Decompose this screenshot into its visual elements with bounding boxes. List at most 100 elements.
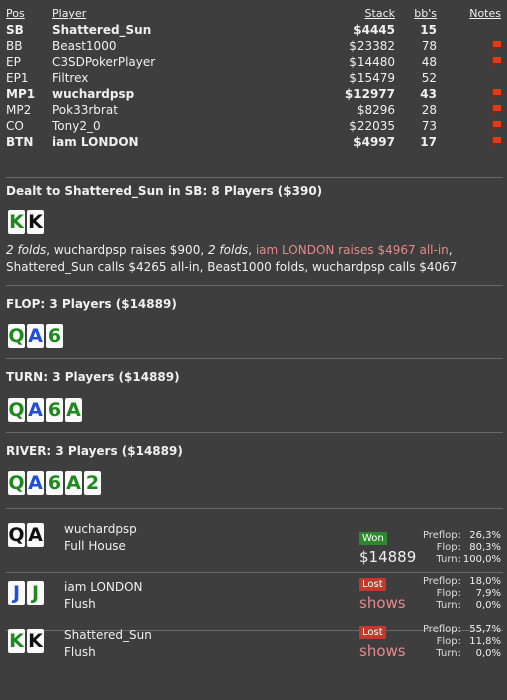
equity-stat-row: Flop: 11,8%: [401, 636, 501, 648]
river-heading: RIVER: 3 Players ($14889): [6, 444, 183, 458]
player-name: C3SDPokerPlayer: [52, 55, 156, 69]
playing-card: 6: [46, 398, 63, 422]
playing-card: A: [27, 471, 44, 495]
playing-card: J: [27, 581, 44, 605]
playing-card: Q: [8, 324, 25, 348]
player-position: EP: [6, 55, 21, 69]
player-notes[interactable]: [441, 70, 507, 86]
equity-stat-label: Flop:: [436, 636, 461, 647]
note-flag-icon[interactable]: [491, 121, 501, 132]
note-flag-icon[interactable]: [491, 57, 501, 68]
players-table: Pos Player Stack bb's Notes SB Shattered_…: [0, 6, 507, 150]
player-position: MP2: [6, 103, 32, 117]
action-segment: 2 folds: [6, 243, 47, 257]
player-notes[interactable]: [441, 54, 507, 70]
showdown-result-row: Q Awuchardpsp Full House Won $14889 Preflop: 2…: [0, 518, 507, 573]
dealt-heading: Dealt to Shattered_Sun in SB: 8 Players …: [6, 184, 323, 198]
header-bbs[interactable]: bb's: [395, 6, 441, 22]
player-stack: $15479: [349, 71, 395, 85]
showdown-player-name[interactable]: wuchardpsp: [64, 521, 137, 538]
player-notes[interactable]: [441, 22, 507, 38]
showdown-player-name[interactable]: iam LONDON: [64, 579, 143, 596]
player-name: Beast1000: [52, 39, 117, 53]
playing-card: J: [8, 581, 25, 605]
equity-stat-label: Preflop:: [422, 624, 461, 635]
showdown-player-info: iam LONDON Flush: [64, 579, 143, 613]
turn-cards: QA6A: [8, 398, 82, 422]
header-stack[interactable]: Stack: [295, 6, 395, 22]
header-player[interactable]: Player: [52, 6, 295, 22]
player-stack: $4445: [353, 23, 395, 37]
player-bbs: 17: [420, 135, 437, 149]
player-name: Filtrex: [52, 71, 89, 85]
player-row[interactable]: CO Tony2_0 $22035 73: [0, 118, 507, 134]
flop-cards: QA6: [8, 324, 63, 348]
showdown-result-row: K K Shattered_Sun Flush Lost shows Preflop: 55,…: [0, 624, 507, 670]
equity-stats: Preflop: 18,0% Flop: 7,9% Turn: 0,0%: [401, 576, 501, 612]
playing-card: K: [8, 629, 25, 653]
hand-history-panel: Pos Player Stack bb's Notes SB Shattered_…: [0, 0, 507, 700]
equity-stat-row: Flop: 80,3%: [401, 542, 501, 554]
player-row[interactable]: MP2 Pok33rbrat $8296 28: [0, 102, 507, 118]
showdown-hand-rank: Flush: [64, 597, 96, 611]
equity-stat-row: Turn: 0,0%: [401, 648, 501, 660]
player-row[interactable]: SB Shattered_Sun $4445 15: [0, 22, 507, 38]
player-row[interactable]: MP1 wuchardpsp $12977 43: [0, 86, 507, 102]
showdown-hand-rank: Flush: [64, 645, 96, 659]
showdown-player-name[interactable]: Shattered_Sun: [64, 627, 152, 644]
divider: [6, 358, 503, 359]
divider: [6, 572, 503, 573]
header-pos[interactable]: Pos: [0, 6, 52, 22]
result-badge: Lost: [359, 626, 386, 639]
playing-card: K: [27, 629, 44, 653]
equity-stat-label: Turn:: [436, 648, 461, 659]
playing-card: 6: [46, 471, 63, 495]
player-notes[interactable]: [441, 118, 507, 134]
player-name: wuchardpsp: [52, 87, 135, 101]
note-flag-icon[interactable]: [491, 41, 501, 52]
playing-card: A: [27, 398, 44, 422]
player-notes[interactable]: [441, 102, 507, 118]
playing-card: K: [27, 210, 44, 234]
player-bbs: 73: [421, 119, 437, 133]
player-stack: $8296: [356, 103, 395, 117]
action-segment: iam LONDON raises $4967 all-in: [255, 243, 449, 257]
header-notes[interactable]: Notes: [441, 6, 507, 22]
player-bbs: 43: [420, 87, 437, 101]
flop-heading: FLOP: 3 Players ($14889): [6, 297, 177, 311]
player-row[interactable]: BB Beast1000 $23382 78: [0, 38, 507, 54]
equity-stat-row: Turn: 0,0%: [401, 600, 501, 612]
player-notes[interactable]: [441, 134, 507, 150]
player-stack: $4997: [353, 135, 395, 149]
player-stack: $14480: [349, 55, 395, 69]
player-row[interactable]: BTN iam LONDON $4997 17: [0, 134, 507, 150]
river-cards: QA6A2: [8, 471, 101, 495]
hero-hole-cards: KK: [8, 210, 44, 234]
player-position: EP1: [6, 71, 29, 85]
action-segment: ,: [248, 243, 256, 257]
result-badge: Lost: [359, 578, 386, 591]
equity-stat-value: 0,0%: [475, 648, 501, 659]
player-bbs: 48: [421, 55, 437, 69]
player-row[interactable]: EP C3SDPokerPlayer $14480 48: [0, 54, 507, 70]
player-notes[interactable]: [441, 38, 507, 54]
equity-stat-value: 11,8%: [469, 636, 501, 647]
note-flag-icon[interactable]: [491, 105, 501, 116]
action-segment: , wuchardpsp raises $900,: [46, 243, 208, 257]
equity-stat-row: Turn: 100,0%: [401, 554, 501, 566]
shows-label: shows: [359, 642, 406, 660]
preflop-action-text: 2 folds, wuchardpsp raises $900, 2 folds…: [6, 242, 501, 276]
player-stack: $22035: [349, 119, 395, 133]
player-row[interactable]: EP1 Filtrex $15479 52: [0, 70, 507, 86]
note-flag-icon[interactable]: [491, 89, 501, 100]
equity-stats: Preflop: 26,3% Flop: 80,3% Turn: 100,0%: [401, 530, 501, 566]
player-position: MP1: [6, 87, 36, 101]
player-position: SB: [6, 23, 24, 37]
note-flag-icon[interactable]: [491, 137, 501, 148]
equity-stats: Preflop: 55,7% Flop: 11,8% Turn: 0,0%: [401, 624, 501, 660]
equity-stat-label: Flop:: [436, 542, 461, 553]
equity-stat-label: Turn:: [436, 600, 461, 611]
equity-stat-value: 100,0%: [462, 554, 501, 565]
player-position: BB: [6, 39, 23, 53]
player-notes[interactable]: [441, 86, 507, 102]
